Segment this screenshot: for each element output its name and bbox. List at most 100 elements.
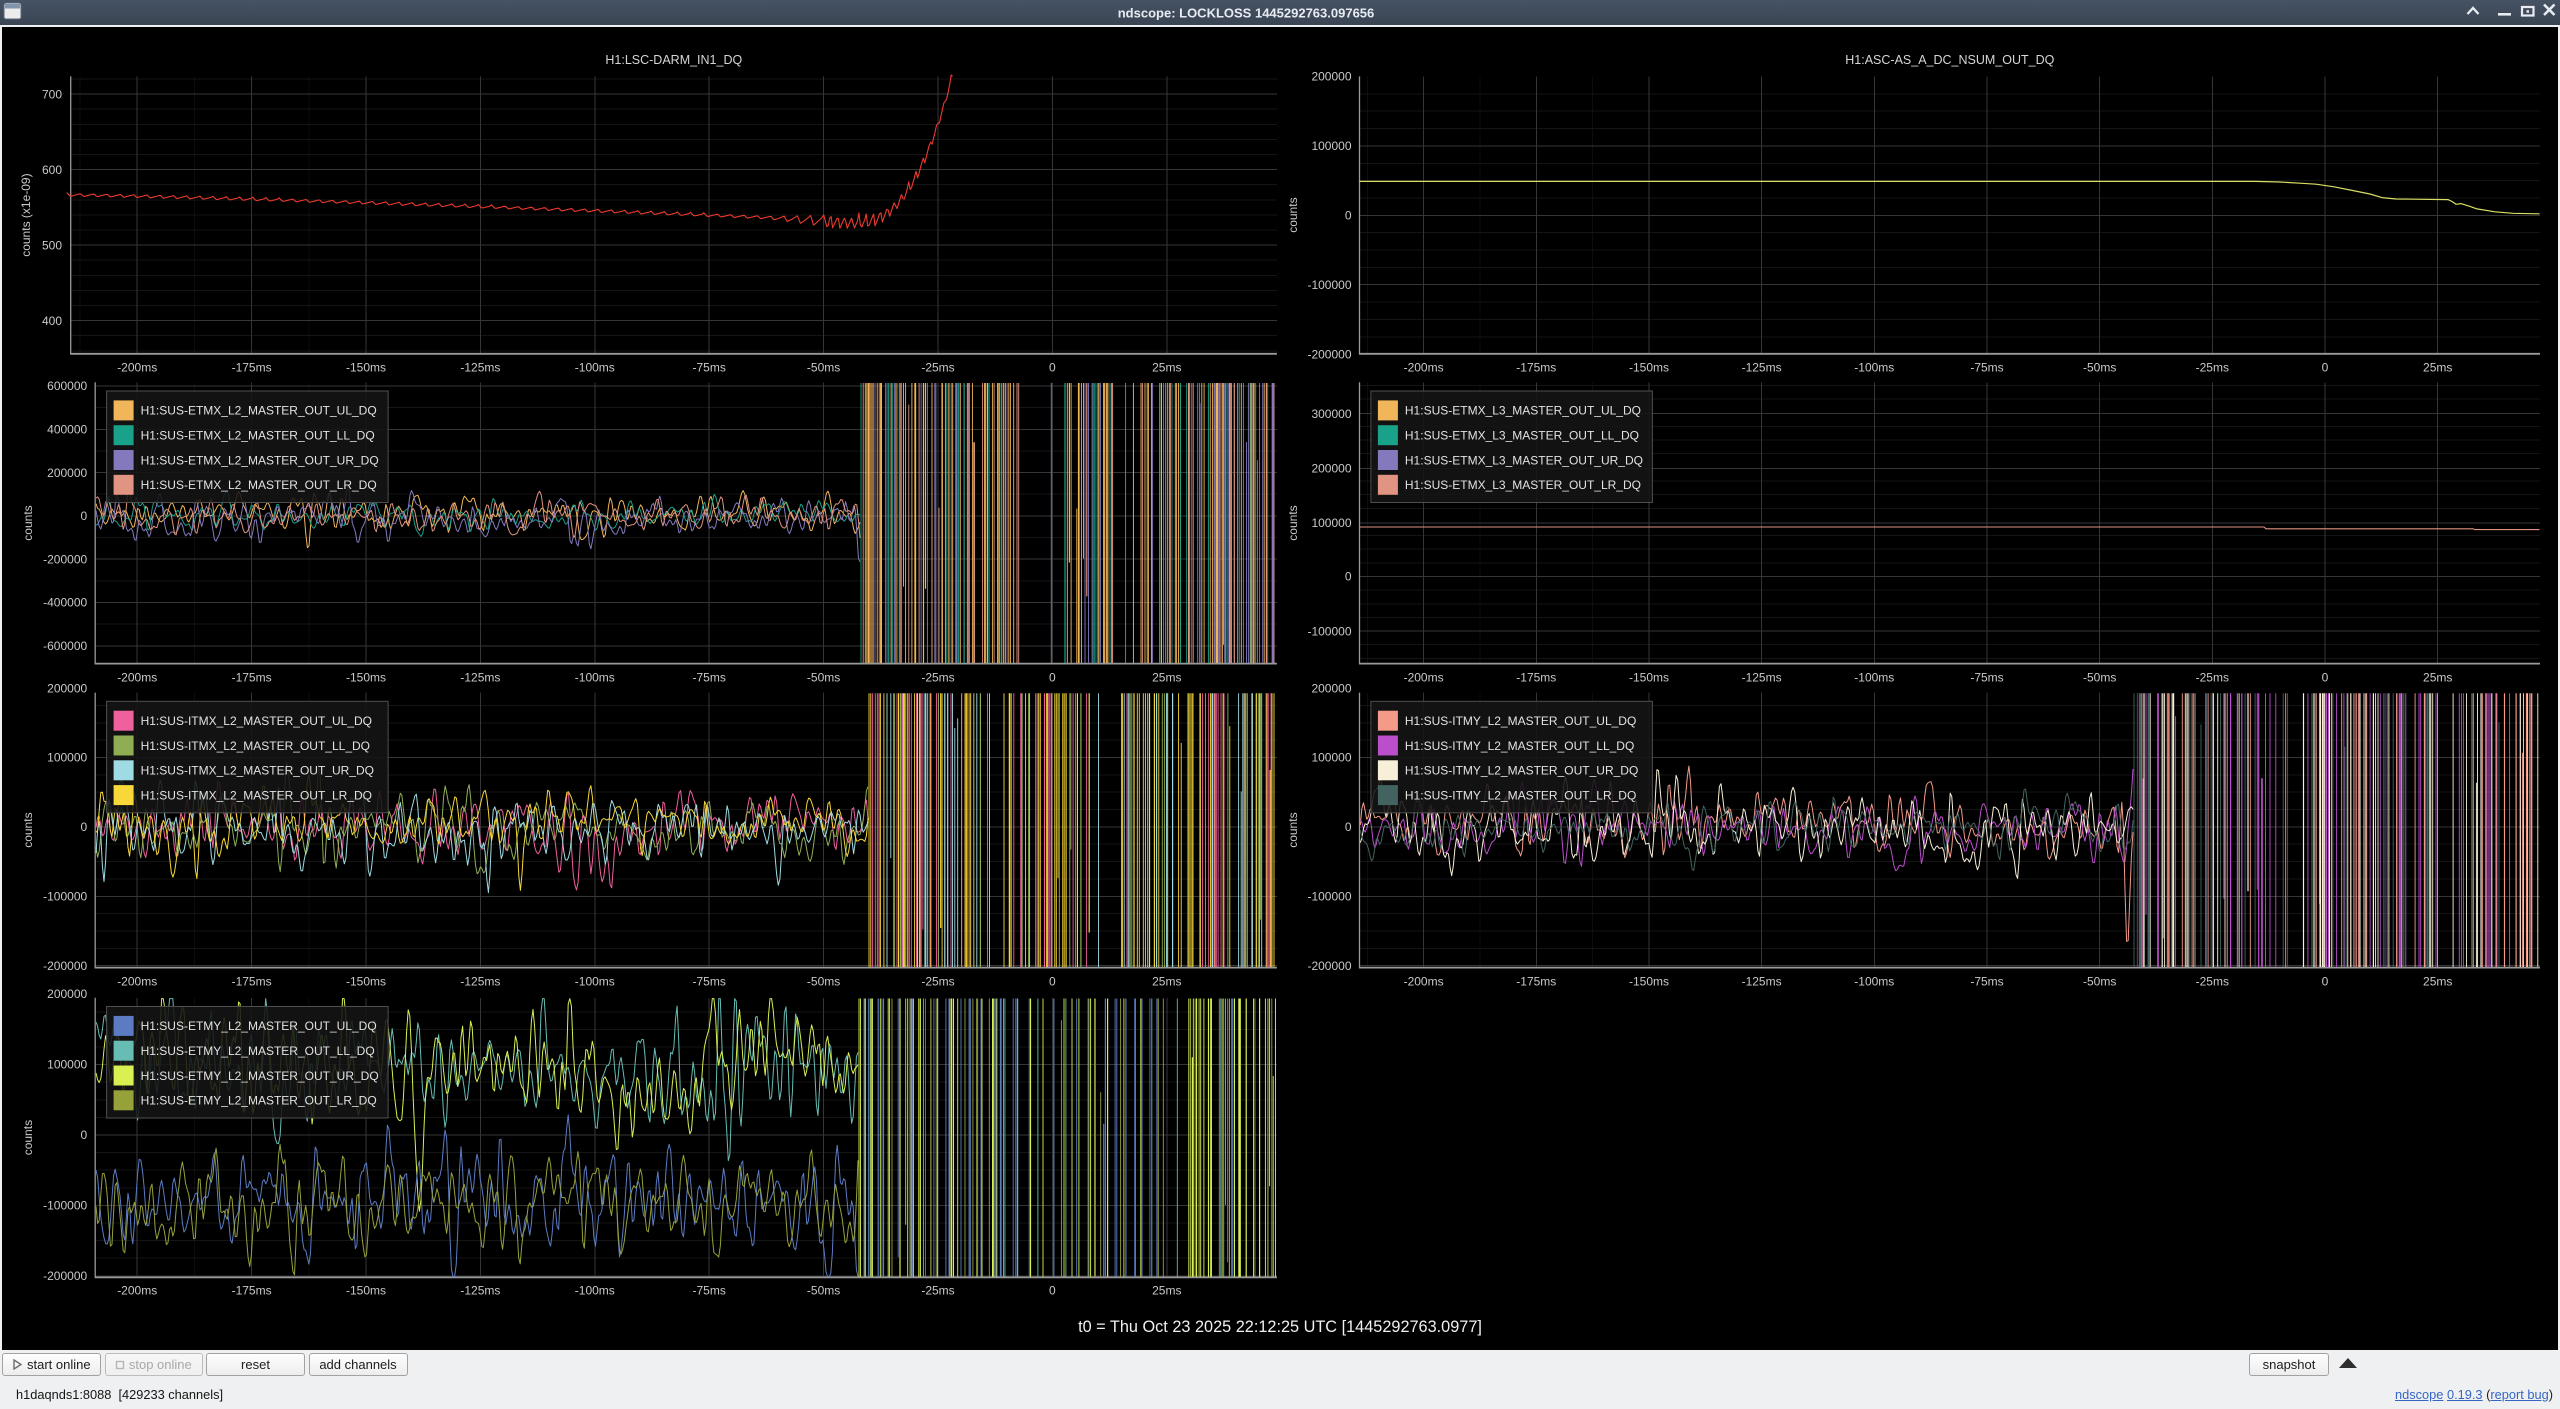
svg-text:-175ms: -175ms <box>232 975 272 989</box>
svg-text:-50ms: -50ms <box>2083 361 2116 375</box>
svg-text:-25ms: -25ms <box>921 361 954 375</box>
svg-text:-25ms: -25ms <box>921 975 954 989</box>
svg-text:-200000: -200000 <box>1307 959 1351 973</box>
svg-text:0: 0 <box>1345 570 1352 584</box>
svg-text:H1:SUS-ETMY_L2_MASTER_OUT_UR_D: H1:SUS-ETMY_L2_MASTER_OUT_UR_DQ <box>141 1069 379 1083</box>
svg-text:0: 0 <box>1345 209 1352 223</box>
svg-text:600000: 600000 <box>47 379 87 393</box>
svg-text:H1:SUS-ITMY_L2_MASTER_OUT_LR_D: H1:SUS-ITMY_L2_MASTER_OUT_LR_DQ <box>1405 788 1636 802</box>
svg-text:-150ms: -150ms <box>346 1284 386 1298</box>
svg-text:counts: counts <box>21 812 35 847</box>
svg-text:100000: 100000 <box>47 1058 87 1072</box>
svg-text:-175ms: -175ms <box>1516 671 1556 685</box>
svg-text:100000: 100000 <box>1311 516 1351 530</box>
svg-text:-175ms: -175ms <box>232 361 272 375</box>
svg-text:-200ms: -200ms <box>1404 361 1444 375</box>
svg-text:counts: counts <box>1286 812 1300 847</box>
svg-text:H1:SUS-ETMY_L2_MASTER_OUT_UL_D: H1:SUS-ETMY_L2_MASTER_OUT_UL_DQ <box>141 1019 377 1033</box>
svg-text:400000: 400000 <box>47 423 87 437</box>
svg-text:-200ms: -200ms <box>117 975 157 989</box>
svg-text:100000: 100000 <box>1311 139 1351 153</box>
svg-text:-200000: -200000 <box>1307 347 1351 361</box>
svg-text:-100ms: -100ms <box>1854 361 1894 375</box>
svg-text:-150ms: -150ms <box>1629 671 1669 685</box>
svg-text:-75ms: -75ms <box>693 1284 726 1298</box>
svg-text:-175ms: -175ms <box>232 671 272 685</box>
svg-text:25ms: 25ms <box>2423 975 2452 989</box>
svg-text:H1:SUS-ETMX_L3_MASTER_OUT_LR_D: H1:SUS-ETMX_L3_MASTER_OUT_LR_DQ <box>1405 478 1641 492</box>
svg-text:-125ms: -125ms <box>460 671 500 685</box>
svg-text:H1:SUS-ETMX_L3_MASTER_OUT_UL_D: H1:SUS-ETMX_L3_MASTER_OUT_UL_DQ <box>1405 404 1641 418</box>
svg-text:600: 600 <box>42 163 62 177</box>
svg-text:-25ms: -25ms <box>2196 975 2229 989</box>
svg-text:200000: 200000 <box>1311 462 1351 476</box>
svg-text:200000: 200000 <box>1311 681 1351 695</box>
svg-text:-150ms: -150ms <box>346 361 386 375</box>
svg-text:H1:SUS-ITMX_L2_MASTER_OUT_LR_D: H1:SUS-ITMX_L2_MASTER_OUT_LR_DQ <box>141 788 372 802</box>
svg-text:-100ms: -100ms <box>575 671 615 685</box>
svg-text:200000: 200000 <box>1311 70 1351 84</box>
svg-text:400: 400 <box>42 314 62 328</box>
svg-text:-150ms: -150ms <box>1629 361 1669 375</box>
svg-text:-100000: -100000 <box>1307 890 1351 904</box>
svg-text:H1:SUS-ETMX_L2_MASTER_OUT_UR_D: H1:SUS-ETMX_L2_MASTER_OUT_UR_DQ <box>141 453 379 467</box>
svg-text:-50ms: -50ms <box>2083 671 2116 685</box>
svg-text:-150ms: -150ms <box>1629 975 1669 989</box>
svg-text:-50ms: -50ms <box>807 1284 840 1298</box>
svg-text:-100000: -100000 <box>1307 624 1351 638</box>
svg-text:-75ms: -75ms <box>1970 671 2003 685</box>
svg-text:200000: 200000 <box>47 987 87 1001</box>
svg-text:H1:SUS-ETMY_L2_MASTER_OUT_LR_D: H1:SUS-ETMY_L2_MASTER_OUT_LR_DQ <box>141 1094 377 1108</box>
svg-text:-200000: -200000 <box>43 1269 87 1283</box>
svg-text:-125ms: -125ms <box>460 1284 500 1298</box>
svg-text:-25ms: -25ms <box>2196 671 2229 685</box>
svg-text:-150ms: -150ms <box>346 975 386 989</box>
svg-text:-125ms: -125ms <box>1742 361 1782 375</box>
svg-text:counts: counts <box>21 505 35 540</box>
svg-text:H1:SUS-ETMX_L3_MASTER_OUT_UR_D: H1:SUS-ETMX_L3_MASTER_OUT_UR_DQ <box>1405 453 1643 467</box>
svg-text:H1:SUS-ITMX_L2_MASTER_OUT_UR_D: H1:SUS-ITMX_L2_MASTER_OUT_UR_DQ <box>141 764 374 778</box>
svg-text:200000: 200000 <box>47 681 87 695</box>
svg-text:-25ms: -25ms <box>2196 361 2229 375</box>
svg-text:25ms: 25ms <box>2423 361 2452 375</box>
svg-text:H1:SUS-ETMX_L2_MASTER_OUT_LL_D: H1:SUS-ETMX_L2_MASTER_OUT_LL_DQ <box>141 429 375 443</box>
svg-text:0: 0 <box>1049 361 1056 375</box>
svg-text:-75ms: -75ms <box>693 975 726 989</box>
svg-text:-100000: -100000 <box>43 890 87 904</box>
svg-text:H1:SUS-ETMX_L2_MASTER_OUT_LR_D: H1:SUS-ETMX_L2_MASTER_OUT_LR_DQ <box>141 478 377 492</box>
svg-text:100000: 100000 <box>47 751 87 765</box>
svg-text:counts: counts <box>21 1120 35 1155</box>
svg-text:-75ms: -75ms <box>693 361 726 375</box>
svg-text:counts: counts <box>1286 197 1300 232</box>
svg-text:H1:ASC-AS_A_DC_NSUM_OUT_DQ: H1:ASC-AS_A_DC_NSUM_OUT_DQ <box>1845 53 2054 67</box>
svg-text:-50ms: -50ms <box>807 671 840 685</box>
svg-text:-400000: -400000 <box>43 596 87 610</box>
svg-text:-175ms: -175ms <box>1516 361 1556 375</box>
svg-text:H1:SUS-ETMX_L2_MASTER_OUT_UL_D: H1:SUS-ETMX_L2_MASTER_OUT_UL_DQ <box>141 404 377 418</box>
svg-text:t0 = Thu Oct 23 2025 22:12:25: t0 = Thu Oct 23 2025 22:12:25 UTC [14452… <box>1078 1318 1482 1336</box>
svg-text:H1:SUS-ITMY_L2_MASTER_OUT_LL_D: H1:SUS-ITMY_L2_MASTER_OUT_LL_DQ <box>1405 739 1634 753</box>
svg-text:-175ms: -175ms <box>1516 975 1556 989</box>
svg-text:0: 0 <box>1049 975 1056 989</box>
svg-text:counts: counts <box>1286 505 1300 540</box>
svg-text:200000: 200000 <box>47 466 87 480</box>
svg-text:H1:LSC-DARM_IN1_DQ: H1:LSC-DARM_IN1_DQ <box>605 53 742 67</box>
svg-text:-125ms: -125ms <box>1742 975 1782 989</box>
svg-text:0: 0 <box>2322 975 2329 989</box>
svg-text:-100000: -100000 <box>1307 278 1351 292</box>
svg-text:-200ms: -200ms <box>117 671 157 685</box>
svg-text:-150ms: -150ms <box>346 671 386 685</box>
svg-text:-50ms: -50ms <box>807 361 840 375</box>
svg-text:-25ms: -25ms <box>921 1284 954 1298</box>
svg-text:-200ms: -200ms <box>117 361 157 375</box>
svg-text:H1:SUS-ITMX_L2_MASTER_OUT_LL_D: H1:SUS-ITMX_L2_MASTER_OUT_LL_DQ <box>141 739 370 753</box>
svg-text:25ms: 25ms <box>1152 1284 1181 1298</box>
svg-text:-200000: -200000 <box>43 959 87 973</box>
svg-text:-100ms: -100ms <box>575 361 615 375</box>
svg-text:0: 0 <box>2322 361 2329 375</box>
svg-text:-100ms: -100ms <box>575 975 615 989</box>
svg-text:0: 0 <box>1345 820 1352 834</box>
svg-text:-600000: -600000 <box>43 639 87 653</box>
svg-text:H1:SUS-ITMY_L2_MASTER_OUT_UR_D: H1:SUS-ITMY_L2_MASTER_OUT_UR_DQ <box>1405 764 1638 778</box>
svg-text:-25ms: -25ms <box>921 671 954 685</box>
